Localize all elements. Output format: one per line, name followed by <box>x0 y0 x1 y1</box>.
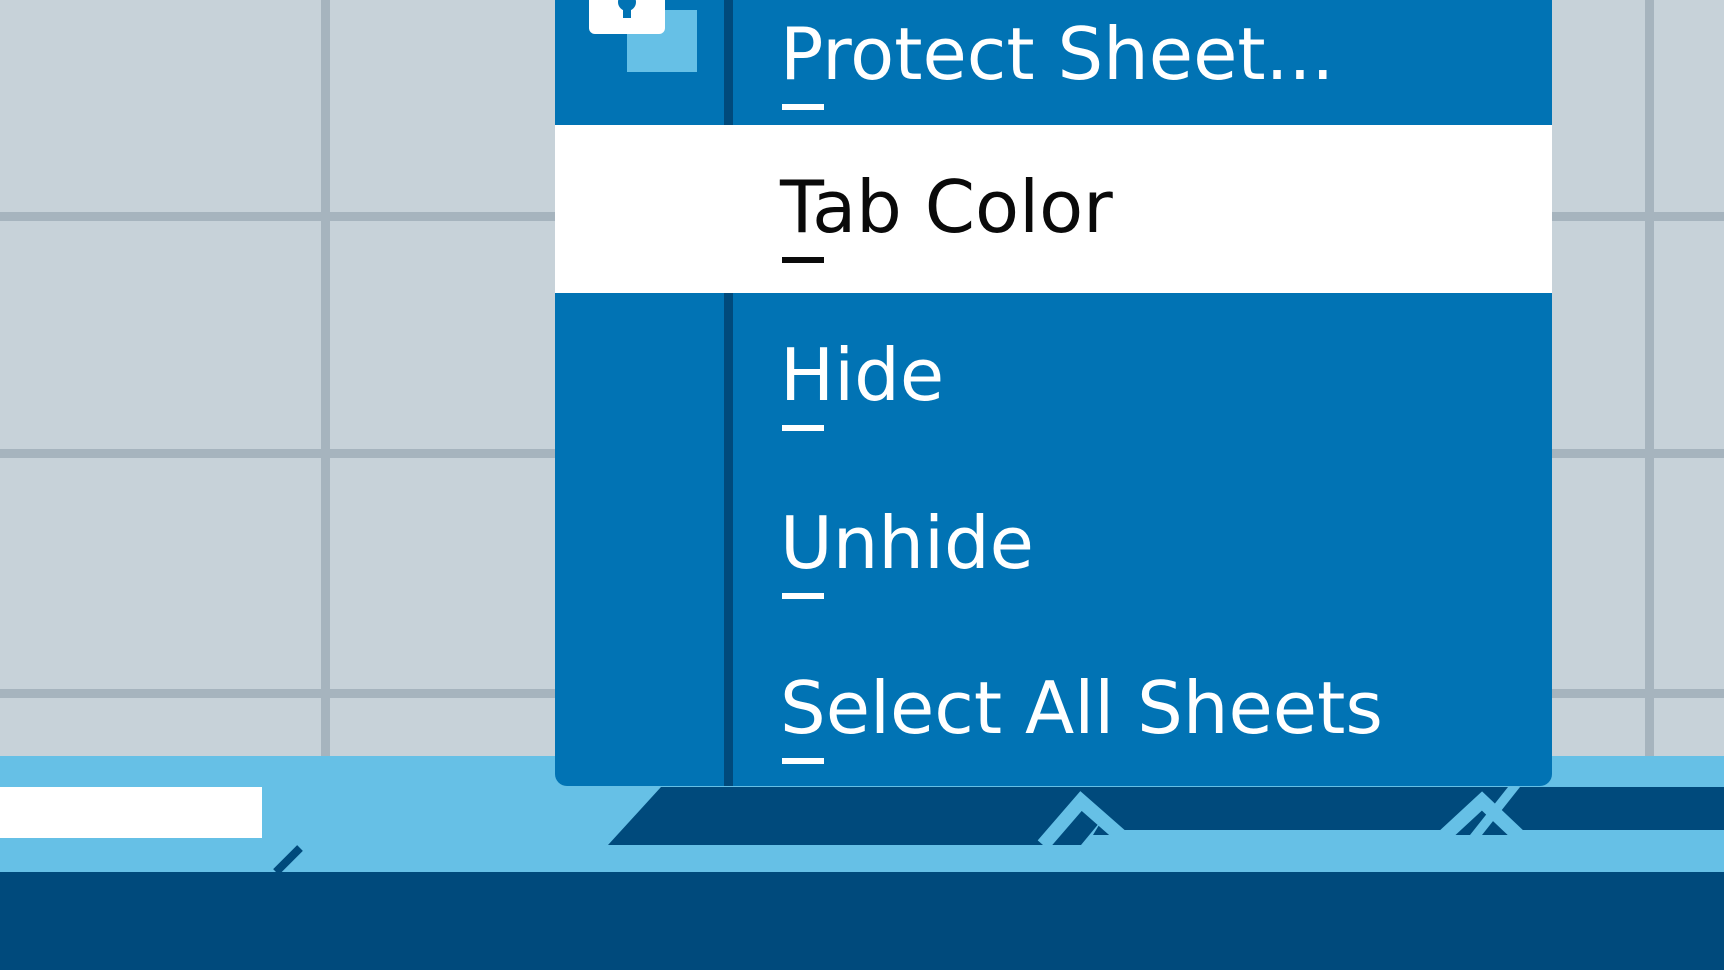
grid-column-line <box>1645 0 1654 760</box>
menu-item-protect-sheet[interactable]: Protect Sheet... <box>555 0 1552 140</box>
menu-item-hide[interactable]: Hide <box>555 293 1552 461</box>
grid-column-line <box>321 0 330 760</box>
menu-item-label: Protect Sheet... <box>780 12 1335 96</box>
menu-item-label: Select All Sheets <box>780 666 1383 750</box>
menu-item-label: Hide <box>780 333 945 417</box>
mnemonic-underline <box>782 593 824 599</box>
mnemonic-underline <box>782 758 824 764</box>
menu-item-label: Unhide <box>780 501 1034 585</box>
mnemonic-underline <box>782 425 824 431</box>
menu-item-label: Tab Color <box>780 165 1113 249</box>
tab-corner <box>273 845 303 875</box>
menu-item-select-all-sheets[interactable]: Select All Sheets <box>555 626 1552 786</box>
menu-item-unhide[interactable]: Unhide <box>555 461 1552 629</box>
sheet-tab-white[interactable] <box>0 787 262 838</box>
mnemonic-underline <box>782 257 824 263</box>
menu-item-tab-color[interactable]: Tab Color <box>555 125 1552 293</box>
lock-icon <box>589 0 697 72</box>
status-bar <box>0 872 1724 970</box>
mnemonic-underline <box>782 104 824 110</box>
sheet-tab-context-menu: Protect Sheet... Tab Color Hide Unhide S… <box>555 0 1552 786</box>
